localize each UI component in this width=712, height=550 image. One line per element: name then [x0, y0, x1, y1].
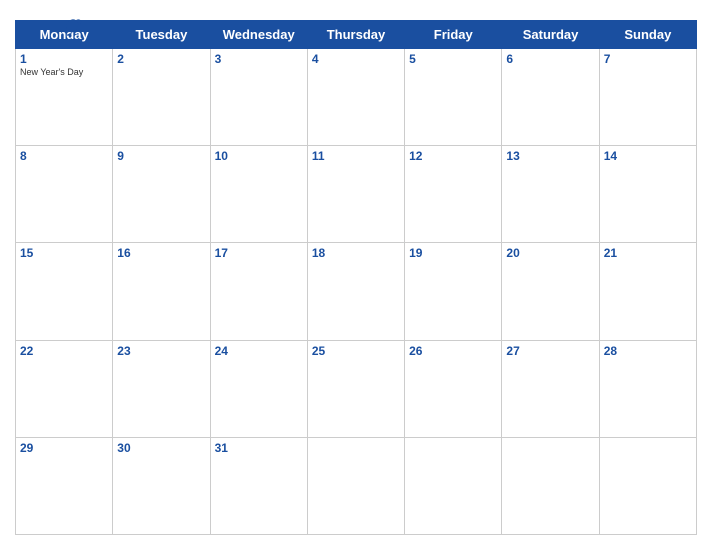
logo-bird-icon: [62, 18, 84, 38]
weekday-header-sunday: Sunday: [599, 21, 696, 49]
day-number: 30: [117, 441, 205, 455]
calendar-cell: [405, 437, 502, 534]
calendar-cell: [599, 437, 696, 534]
weekday-header-friday: Friday: [405, 21, 502, 49]
calendar-cell: 4: [307, 49, 404, 146]
calendar-cell: 29: [16, 437, 113, 534]
calendar-cell: 6: [502, 49, 599, 146]
day-number: 9: [117, 149, 205, 163]
calendar-cell: 19: [405, 243, 502, 340]
calendar-cell: 26: [405, 340, 502, 437]
day-number: 20: [506, 246, 594, 260]
calendar-cell: 8: [16, 146, 113, 243]
weekday-header-wednesday: Wednesday: [210, 21, 307, 49]
day-number: 7: [604, 52, 692, 66]
day-number: 17: [215, 246, 303, 260]
calendar-cell: 27: [502, 340, 599, 437]
calendar-cell: 10: [210, 146, 307, 243]
calendar-cell: 3: [210, 49, 307, 146]
day-number: 31: [215, 441, 303, 455]
calendar-cell: 14: [599, 146, 696, 243]
day-number: 3: [215, 52, 303, 66]
calendar-cell: 11: [307, 146, 404, 243]
calendar-cell: 5: [405, 49, 502, 146]
calendar-table: MondayTuesdayWednesdayThursdayFridaySatu…: [15, 20, 697, 535]
day-number: 15: [20, 246, 108, 260]
day-number: 19: [409, 246, 497, 260]
calendar-cell: 9: [113, 146, 210, 243]
day-number: 26: [409, 344, 497, 358]
day-number: 10: [215, 149, 303, 163]
calendar-cell: 21: [599, 243, 696, 340]
day-number: 24: [215, 344, 303, 358]
calendar-cell: 15: [16, 243, 113, 340]
day-number: 8: [20, 149, 108, 163]
day-number: 18: [312, 246, 400, 260]
calendar-cell: 25: [307, 340, 404, 437]
calendar-cell: 18: [307, 243, 404, 340]
calendar-week-row: 22 23 24 25 26 27 28: [16, 340, 697, 437]
calendar-header: [15, 10, 697, 20]
calendar-week-row: 89 10 11 12 13 14: [16, 146, 697, 243]
calendar-cell: 31: [210, 437, 307, 534]
day-number: 21: [604, 246, 692, 260]
calendar-cell: 13: [502, 146, 599, 243]
calendar-week-row: 15 16 17 18 19 20 21: [16, 243, 697, 340]
day-number: 5: [409, 52, 497, 66]
calendar-cell: 7: [599, 49, 696, 146]
day-number: 4: [312, 52, 400, 66]
weekday-header-thursday: Thursday: [307, 21, 404, 49]
weekday-header-tuesday: Tuesday: [113, 21, 210, 49]
calendar-week-row: 29 30 31: [16, 437, 697, 534]
logo: [15, 10, 84, 46]
day-number: 2: [117, 52, 205, 66]
day-number: 1: [20, 52, 108, 66]
day-number: 29: [20, 441, 108, 455]
holiday-label: New Year's Day: [20, 67, 108, 77]
calendar-cell: [307, 437, 404, 534]
day-number: 25: [312, 344, 400, 358]
calendar-cell: 2: [113, 49, 210, 146]
calendar-cell: 23: [113, 340, 210, 437]
calendar-cell: 28: [599, 340, 696, 437]
calendar-cell: 17: [210, 243, 307, 340]
day-number: 16: [117, 246, 205, 260]
calendar-cell: [502, 437, 599, 534]
calendar-cell: 20: [502, 243, 599, 340]
day-number: 13: [506, 149, 594, 163]
calendar-cell: 1New Year's Day: [16, 49, 113, 146]
day-number: 12: [409, 149, 497, 163]
weekday-header-saturday: Saturday: [502, 21, 599, 49]
calendar-cell: 24: [210, 340, 307, 437]
day-number: 23: [117, 344, 205, 358]
day-number: 14: [604, 149, 692, 163]
calendar-week-row: 1New Year's Day 234567: [16, 49, 697, 146]
day-number: 22: [20, 344, 108, 358]
day-number: 28: [604, 344, 692, 358]
day-number: 6: [506, 52, 594, 66]
day-number: 11: [312, 149, 400, 163]
calendar-cell: 30: [113, 437, 210, 534]
calendar-cell: 22: [16, 340, 113, 437]
calendar-cell: 16: [113, 243, 210, 340]
day-number: 27: [506, 344, 594, 358]
days-header-row: MondayTuesdayWednesdayThursdayFridaySatu…: [16, 21, 697, 49]
calendar-cell: 12: [405, 146, 502, 243]
